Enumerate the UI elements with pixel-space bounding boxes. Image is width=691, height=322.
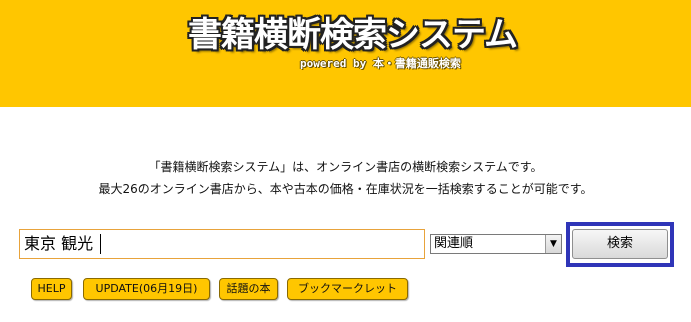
powered-by-text[interactable]: powered by 本・書籍通販検索 bbox=[300, 56, 500, 72]
sort-order-select[interactable]: 関連順 ▼ bbox=[430, 234, 562, 254]
chevron-down-icon[interactable]: ▼ bbox=[545, 235, 561, 253]
text-caret bbox=[100, 234, 101, 254]
description-line-1: 「書籍横断検索システム」は、オンライン書店の横断検索システムです。 bbox=[148, 160, 543, 174]
search-button[interactable]: 検索 bbox=[572, 229, 668, 259]
bookmarklet-button[interactable]: ブックマークレット bbox=[287, 278, 408, 300]
search-input[interactable]: 東京 観光 bbox=[19, 229, 425, 259]
description-line-2: 最大26のオンライン書店から、本や古本の価格・在庫状況を一括検索することが可能で… bbox=[98, 182, 593, 196]
help-button[interactable]: HELP bbox=[31, 278, 72, 300]
update-button[interactable]: UPDATE(06月19日) bbox=[83, 278, 210, 300]
sort-order-value: 関連順 bbox=[434, 236, 474, 251]
site-logo-title[interactable]: 書籍横断検索システム bbox=[188, 10, 518, 60]
site-header: 書籍横断検索システム powered by 本・書籍通販検索 bbox=[0, 0, 691, 107]
topic-books-button[interactable]: 話題の本 bbox=[219, 278, 278, 300]
